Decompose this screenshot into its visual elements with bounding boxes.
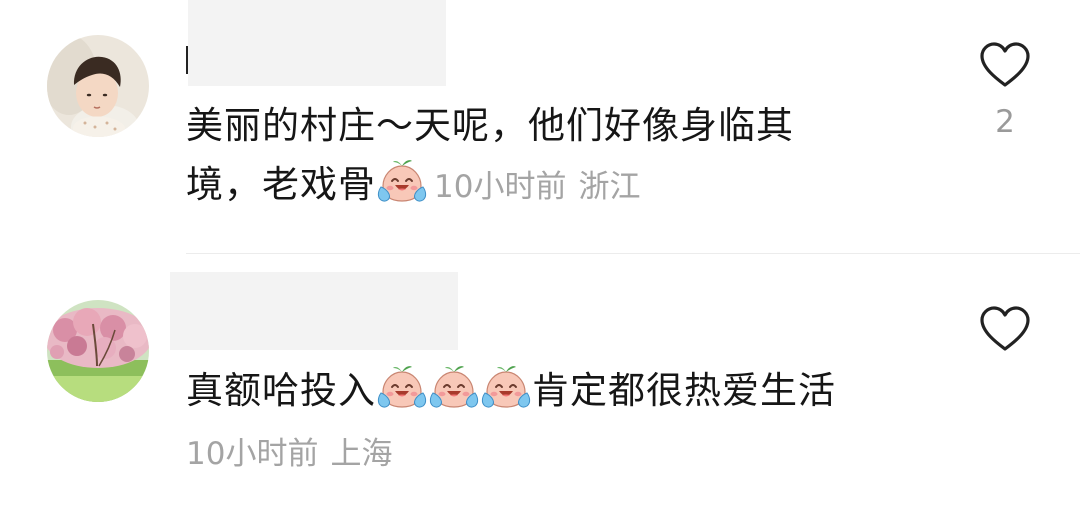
comment-item[interactable]: 真额哈投入 肯定都很热爱生活 10小时前 上海 — [0, 254, 1080, 517]
avatar-image — [47, 300, 149, 402]
laugh-cry-emoji-icon — [377, 363, 427, 411]
comment-item[interactable]: 美丽的村庄～天呢，他们好像身临其 境，老戏骨 10小时前 浙江 2 — [0, 0, 1080, 254]
comment-time: 10小时前 — [434, 169, 567, 205]
laugh-cry-emoji-icon — [429, 363, 479, 411]
comment-text-line: 境，老戏骨 — [186, 163, 376, 206]
avatar-image — [47, 35, 149, 137]
comment-time: 10小时前 — [186, 436, 319, 472]
comment-text-line: 肯定都很热爱生活 — [532, 369, 836, 412]
comment-text: 真额哈投入 肯定都很热爱生活 — [186, 361, 886, 420]
comment-location: 浙江 — [578, 169, 641, 205]
comment-meta: 10小时前 上海 — [186, 432, 392, 476]
comment-location: 上海 — [330, 436, 393, 472]
like-count: 2 — [995, 104, 1015, 140]
heart-outline-icon[interactable] — [978, 40, 1032, 90]
comment-text-line: 真额哈投入 — [186, 369, 376, 412]
comment-text-line: 美丽的村庄～天呢，他们好像身临其 — [186, 104, 794, 147]
avatar[interactable] — [47, 35, 149, 137]
avatar[interactable] — [47, 300, 149, 402]
laugh-cry-emoji-icon — [377, 157, 427, 205]
heart-outline-icon[interactable] — [978, 304, 1032, 354]
username-mask — [170, 272, 458, 350]
username-mask — [188, 0, 446, 86]
comment-text: 美丽的村庄～天呢，他们好像身临其 境，老戏骨 10小时前 浙江 — [186, 96, 886, 217]
laugh-cry-emoji-icon — [481, 363, 531, 411]
comment-meta: 10小时前 浙江 — [434, 169, 640, 205]
